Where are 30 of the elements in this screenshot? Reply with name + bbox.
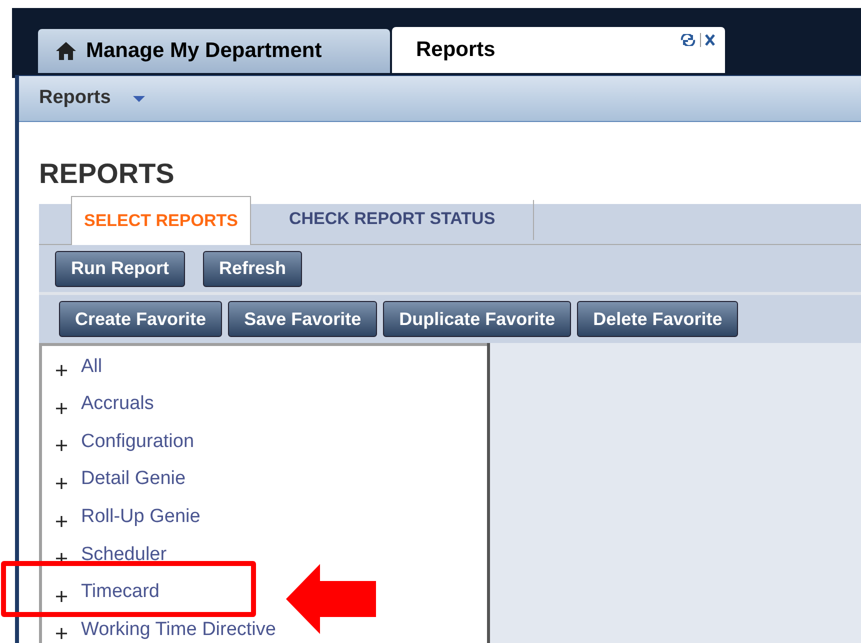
- app-tab[interactable]: Reports: [392, 27, 725, 73]
- expand-icon[interactable]: [56, 402, 67, 414]
- expand-icon[interactable]: [56, 440, 67, 452]
- expand-icon[interactable]: [56, 478, 67, 490]
- action-button[interactable]: Refresh: [203, 250, 302, 286]
- close-icon[interactable]: [705, 34, 715, 46]
- tree-item[interactable]: Working Time Directive: [81, 616, 276, 643]
- tree-item[interactable]: Timecard: [81, 578, 160, 607]
- tree-item[interactable]: Scheduler: [81, 540, 167, 570]
- dropdown-caret-icon: [132, 96, 145, 102]
- tree-item[interactable]: All: [81, 352, 102, 382]
- expand-icon[interactable]: [56, 590, 67, 602]
- tree-item[interactable]: Detail Genie: [81, 465, 186, 494]
- expand-icon[interactable]: [56, 516, 67, 527]
- refresh-icon[interactable]: [680, 34, 696, 46]
- home-icon: [56, 42, 76, 60]
- page-heading: REPORTS: [39, 160, 176, 188]
- expand-icon[interactable]: [56, 365, 67, 376]
- report-tab[interactable]: CHECK REPORT STATUS: [250, 200, 534, 240]
- tree-item[interactable]: Accruals: [81, 390, 154, 419]
- favorite-button[interactable]: Save Favorite: [228, 301, 378, 337]
- favorite-button[interactable]: Create Favorite: [59, 301, 222, 337]
- tree-item[interactable]: Configuration: [81, 428, 194, 456]
- favorite-button[interactable]: Duplicate Favorite: [383, 301, 572, 337]
- tree-item[interactable]: Roll-Up Genie: [81, 502, 200, 532]
- expand-icon[interactable]: [56, 628, 67, 640]
- action-button[interactable]: Run Report: [55, 250, 185, 286]
- reports-menu[interactable]: Reports: [39, 84, 145, 113]
- favorite-button[interactable]: Delete Favorite: [577, 301, 738, 337]
- app-tab[interactable]: Manage My Department: [38, 29, 390, 73]
